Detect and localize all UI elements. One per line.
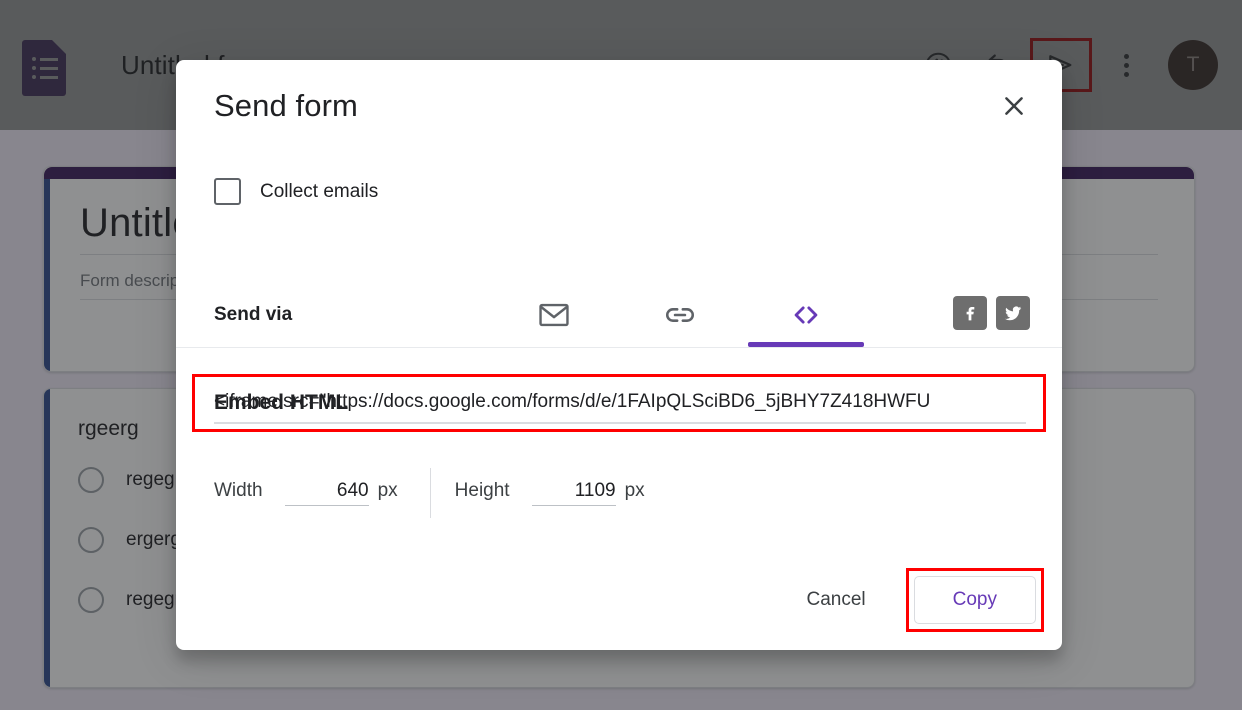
height-unit: px xyxy=(624,480,645,501)
height-label: Height xyxy=(454,480,510,501)
width-group: Width px xyxy=(214,480,398,506)
social-share-group xyxy=(953,296,1030,330)
embed-html-field-wrapper xyxy=(192,374,1046,432)
close-icon[interactable] xyxy=(992,84,1036,128)
dialog-title: Send form xyxy=(214,88,358,123)
width-unit: px xyxy=(377,480,398,501)
collect-emails-row[interactable]: Collect emails xyxy=(214,178,378,205)
google-forms-app: Untitled form xyxy=(0,0,1242,710)
send-via-label: Send via xyxy=(214,304,293,325)
send-form-dialog: Send form Collect emails Send via Embed … xyxy=(176,60,1062,650)
twitter-icon[interactable] xyxy=(996,296,1030,330)
embed-html-input[interactable] xyxy=(214,382,1026,424)
width-label: Width xyxy=(214,480,263,501)
collect-emails-label: Collect emails xyxy=(260,180,379,202)
copy-button-wrapper: Copy xyxy=(905,568,1044,632)
facebook-icon[interactable] xyxy=(953,296,987,330)
copy-button[interactable]: Copy xyxy=(913,576,1036,624)
width-input[interactable] xyxy=(284,480,369,506)
tab-send-via-email[interactable] xyxy=(496,282,612,348)
tab-send-via-link[interactable] xyxy=(622,282,738,348)
dialog-actions: Cancel Copy xyxy=(790,568,1044,632)
send-via-row: Send via xyxy=(176,282,1062,348)
tab-send-via-embed[interactable] xyxy=(748,282,864,348)
tab-active-indicator xyxy=(748,342,864,347)
dimensions-row: Width px Height px xyxy=(214,468,645,518)
height-group: Height px xyxy=(455,480,645,506)
height-input[interactable] xyxy=(531,480,616,506)
collect-emails-checkbox[interactable] xyxy=(214,178,241,205)
dimensions-divider xyxy=(429,468,431,518)
cancel-button[interactable]: Cancel xyxy=(790,577,881,623)
